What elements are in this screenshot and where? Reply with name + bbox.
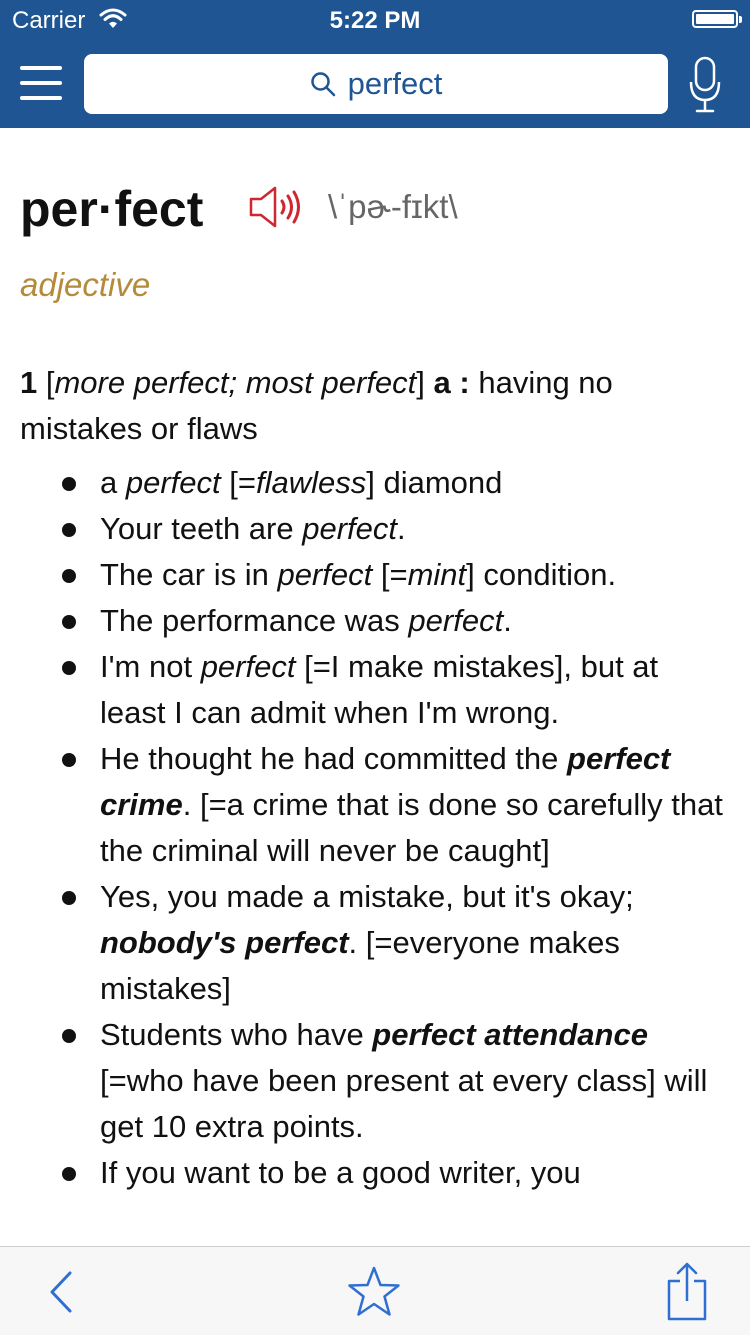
example-segment: The car is in bbox=[100, 557, 278, 592]
example-segment: perfect bbox=[200, 649, 296, 684]
example-segment: . bbox=[397, 511, 406, 546]
search-icon bbox=[310, 72, 335, 97]
example-item: The performance was perfect. bbox=[20, 598, 730, 644]
example-segment: ] diamond bbox=[366, 465, 503, 500]
bullet bbox=[62, 753, 76, 767]
search-field[interactable]: perfect bbox=[84, 54, 668, 114]
sense-letter: a : bbox=[433, 365, 470, 400]
example-segment: perfect bbox=[277, 557, 373, 592]
example-segment: He thought he had committed the bbox=[100, 741, 568, 776]
battery-icon bbox=[692, 10, 742, 28]
bracket-close: ] bbox=[416, 365, 434, 400]
top-bar: Carrier 5:22 PM perfect bbox=[0, 0, 750, 128]
example-segment: perfect bbox=[125, 465, 221, 500]
speaker-icon[interactable] bbox=[248, 184, 304, 230]
example-segment: nobody's perfect bbox=[100, 925, 349, 960]
example-item: Students who have perfect attendance [=w… bbox=[20, 1012, 730, 1150]
chevron-left-icon[interactable] bbox=[46, 1269, 76, 1320]
example-segment: The performance was bbox=[100, 603, 409, 638]
bullet bbox=[62, 661, 76, 675]
example-segment: ] condition. bbox=[466, 557, 617, 592]
part-of-speech: adjective bbox=[20, 266, 151, 303]
example-segment: . bbox=[503, 603, 512, 638]
example-segment: Your teeth are bbox=[100, 511, 303, 546]
example-segment: perfect bbox=[302, 511, 398, 546]
search-input[interactable]: perfect bbox=[348, 66, 443, 102]
share-icon[interactable] bbox=[666, 1261, 708, 1328]
bullet bbox=[62, 891, 76, 905]
clock: 5:22 PM bbox=[329, 7, 421, 34]
example-segment: [= bbox=[220, 465, 256, 500]
example-segment: mint bbox=[407, 557, 467, 592]
example-list: a perfect [=flawless] diamond Your teeth … bbox=[20, 460, 730, 1196]
example-item: a perfect [=flawless] diamond bbox=[20, 460, 730, 506]
bullet bbox=[62, 1167, 76, 1181]
bullet bbox=[62, 1029, 76, 1043]
inflected-forms: more perfect; most perfect bbox=[54, 365, 417, 400]
bullet bbox=[62, 477, 76, 491]
example-item: Yes, you made a mistake, but it's okay; … bbox=[20, 874, 730, 1012]
entry-content: per·fect \ˈpɚ-fɪkt\ adjective 1 [more pe… bbox=[0, 128, 750, 1246]
example-item: If you want to be a good writer, you bbox=[20, 1150, 730, 1196]
bracket-open: [ bbox=[37, 365, 55, 400]
headword: per·fect bbox=[20, 181, 204, 237]
sense-number: 1 bbox=[20, 365, 38, 400]
bullet bbox=[62, 523, 76, 537]
microphone-icon[interactable] bbox=[688, 56, 722, 114]
definition: 1 [more perfect; most perfect] a : havin… bbox=[20, 360, 730, 452]
example-segment: If you want to be a good writer, you bbox=[100, 1155, 581, 1190]
bullet bbox=[62, 615, 76, 629]
bottom-toolbar bbox=[0, 1246, 750, 1335]
example-segment: a bbox=[100, 465, 126, 500]
example-segment: perfect bbox=[408, 603, 504, 638]
status-bar: Carrier 5:22 PM bbox=[0, 0, 750, 40]
example-segment: [= bbox=[372, 557, 408, 592]
example-segment: Students who have bbox=[100, 1017, 373, 1052]
menu-button[interactable] bbox=[20, 66, 62, 102]
pronunciation: \ˈpɚ-fɪkt\ bbox=[328, 188, 458, 225]
example-item: Your teeth are perfect. bbox=[20, 506, 730, 552]
example-item: The car is in perfect [=mint] condition. bbox=[20, 552, 730, 598]
example-segment: [=who have been present at every class] … bbox=[100, 1063, 708, 1144]
example-item: He thought he had committed the perfect … bbox=[20, 736, 730, 874]
example-segment: Yes, you made a mistake, but it's okay; bbox=[100, 879, 634, 914]
example-segment: perfect attendance bbox=[372, 1017, 648, 1052]
example-segment: I'm not bbox=[100, 649, 201, 684]
bullet bbox=[62, 569, 76, 583]
example-segment: . [=a crime that is done so carefully th… bbox=[100, 787, 723, 868]
example-segment: flawless bbox=[255, 465, 367, 500]
example-item: I'm not perfect [=I make mistakes], but … bbox=[20, 644, 730, 736]
star-icon[interactable] bbox=[346, 1265, 402, 1324]
